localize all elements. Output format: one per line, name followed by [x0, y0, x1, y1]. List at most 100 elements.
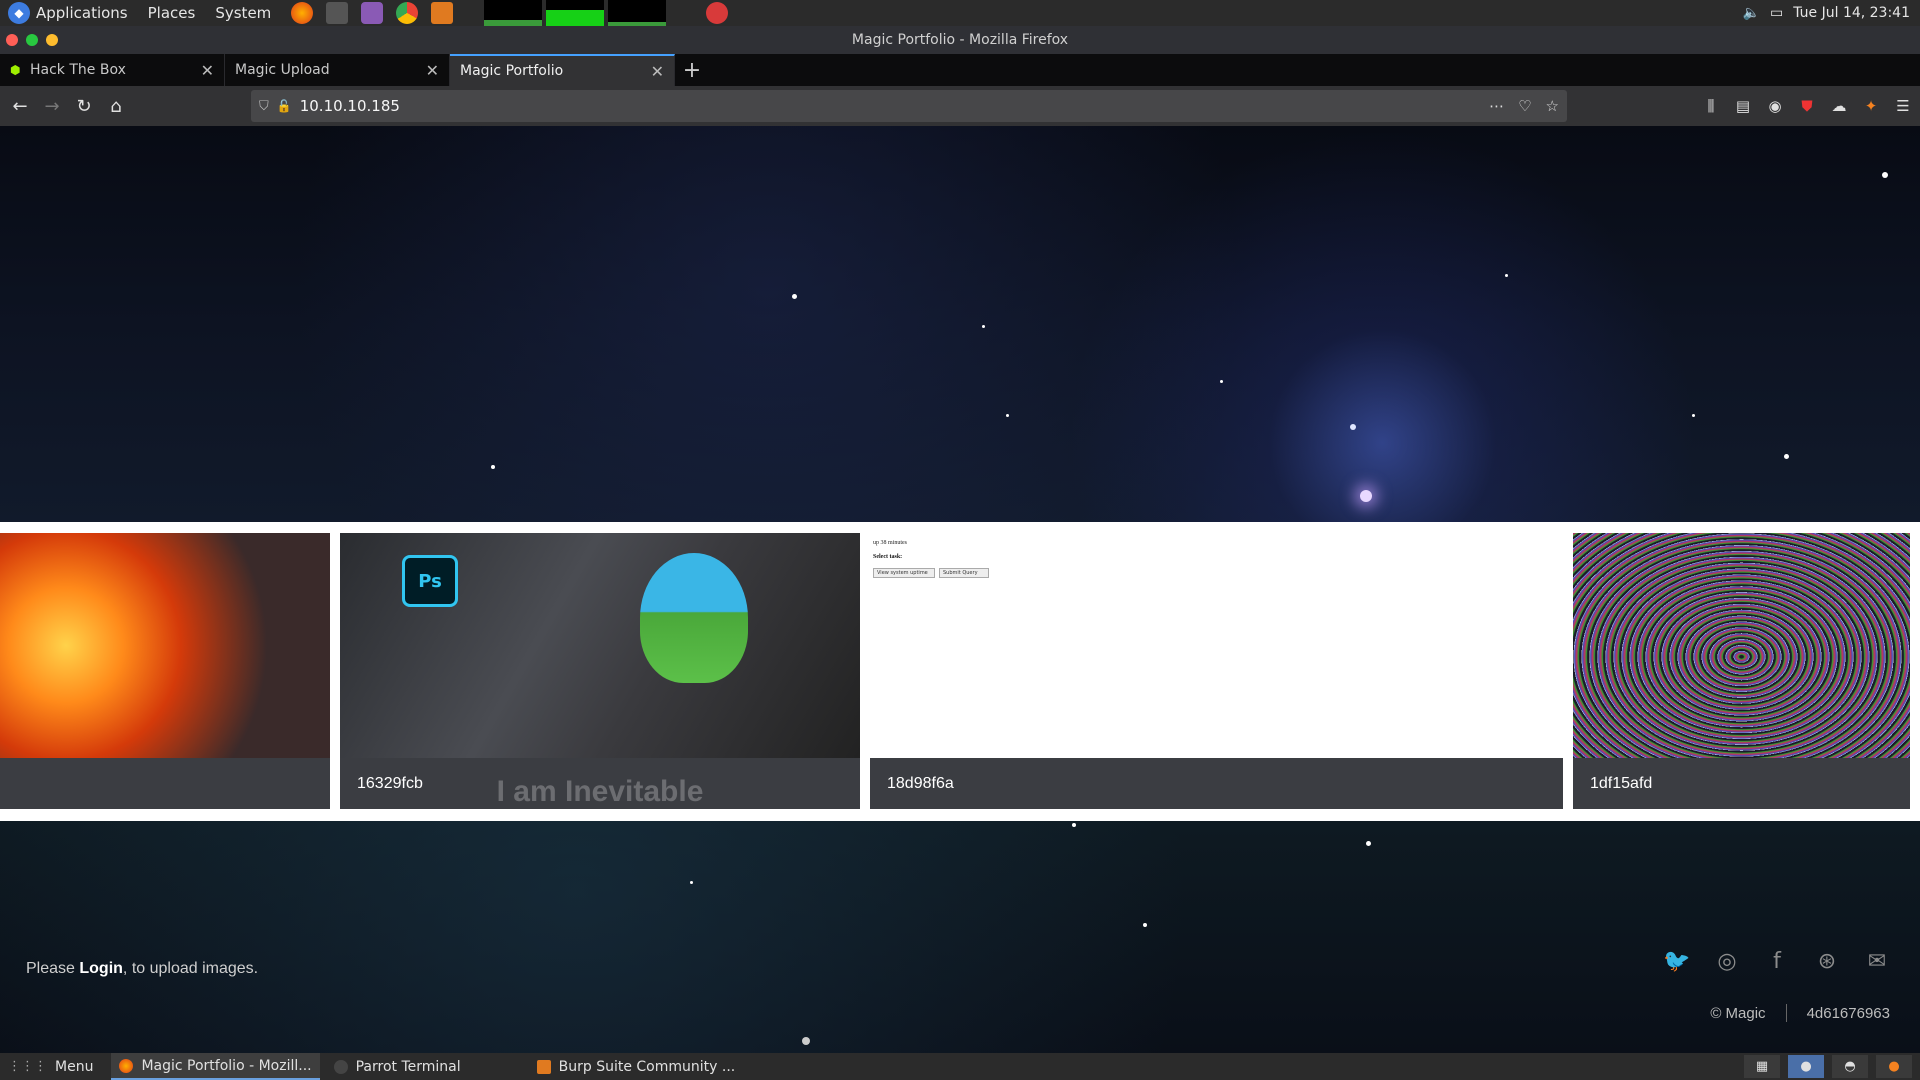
page-actions-icon[interactable]: ⋯ [1489, 97, 1504, 115]
dribbble-icon[interactable]: ⊛ [1814, 948, 1840, 974]
system-panel: ◆ Applications Places System 🔈 ▭ Tue Jul… [0, 0, 1920, 26]
memory-graph [546, 0, 605, 26]
screenshot-select: View system uptime [873, 568, 935, 578]
social-links: 🐦 ◎ f ⊛ ✉ [1663, 948, 1890, 974]
close-window-button[interactable] [6, 34, 18, 46]
parrot-logo-icon[interactable]: ◆ [8, 2, 30, 24]
ublock-icon[interactable]: ⛊ [1796, 95, 1818, 117]
volume-icon[interactable]: 🔈 [1743, 5, 1760, 21]
firefox-tray-icon-2[interactable]: ● [1876, 1055, 1912, 1078]
ghost-app-icon[interactable] [706, 2, 729, 24]
bottom-taskbar: ⋮⋮⋮ Menu Magic Portfolio - Mozill... Par… [0, 1053, 1920, 1080]
firefox-launcher-icon[interactable] [291, 2, 314, 24]
back-button[interactable]: ← [4, 90, 36, 122]
close-tab-icon[interactable]: ✕ [651, 62, 664, 81]
twitter-icon[interactable]: 🐦 [1663, 948, 1690, 974]
network-graph [608, 0, 667, 26]
taskbar-item-firefox[interactable]: Magic Portfolio - Mozill... [111, 1053, 320, 1080]
clock[interactable]: Tue Jul 14, 23:41 [1793, 5, 1910, 21]
tab-hack-the-box[interactable]: ⬢ Hack The Box ✕ [0, 54, 225, 86]
hero-banner [0, 126, 1920, 522]
taskbar-item-burp[interactable]: Burp Suite Community ... [529, 1053, 744, 1080]
tab-magic-portfolio[interactable]: Magic Portfolio ✕ [450, 54, 675, 86]
forward-button[interactable]: → [36, 90, 68, 122]
photoshop-icon: Ps [402, 555, 458, 607]
insecure-lock-icon[interactable]: 🔓 [277, 99, 292, 113]
firefox-tray-icon[interactable]: ● [1788, 1055, 1824, 1078]
foxyproxy-icon[interactable]: ✦ [1860, 95, 1882, 117]
screenshot-task-label: Select task: [873, 554, 903, 560]
burp-icon [536, 1059, 551, 1074]
chrome-launcher-icon[interactable] [396, 2, 419, 24]
library-icon[interactable]: ⫼ [1700, 95, 1722, 117]
instagram-icon[interactable]: ◎ [1714, 948, 1740, 974]
image-gallery: Ps 16329fcb I am Inevitable up 38 minute… [0, 533, 1920, 809]
account-icon[interactable]: ◉ [1764, 95, 1786, 117]
image-overlay-text: I am Inevitable [496, 775, 704, 808]
workspace-icon[interactable]: ▦ [1744, 1055, 1780, 1078]
terminal-launcher-icon[interactable] [326, 2, 349, 24]
sidebar-icon[interactable]: ▤ [1732, 95, 1754, 117]
tab-bar: ⬢ Hack The Box ✕ Magic Upload ✕ Magic Po… [0, 54, 1920, 86]
applications-menu[interactable]: Applications [36, 0, 128, 26]
close-tab-icon[interactable]: ✕ [201, 61, 214, 80]
extension-icon[interactable]: ☁ [1828, 95, 1850, 117]
url-bar[interactable]: ⛉ 🔓 10.10.10.185 ⋯ ♡ ☆ [251, 90, 1567, 122]
pepe-thanos-image: Ps [340, 533, 860, 758]
system-tray: ▦ ● ◓ ● [1744, 1053, 1912, 1080]
gallery-card[interactable]: 1df15afd [1573, 533, 1910, 809]
web-page: Ps 16329fcb I am Inevitable up 38 minute… [0, 126, 1920, 1053]
webpage-screenshot-image: up 38 minutes Select task: View system u… [870, 533, 1563, 758]
display-icon[interactable]: ▭ [1770, 5, 1783, 21]
window-titlebar: Magic Portfolio - Mozilla Firefox [0, 26, 1920, 54]
htb-cube-icon: ⬢ [10, 63, 21, 77]
psychedelic-eye-image [1573, 533, 1910, 758]
email-icon[interactable]: ✉ [1864, 948, 1890, 974]
taskbar-item-label: Burp Suite Community ... [558, 1058, 736, 1075]
gallery-card[interactable]: up 38 minutes Select task: View system u… [870, 533, 1563, 809]
start-menu-button[interactable]: ⋮⋮⋮ Menu [0, 1053, 101, 1080]
ghost-tray-icon[interactable]: ◓ [1832, 1055, 1868, 1078]
pocket-icon[interactable]: ♡ [1518, 97, 1531, 115]
screenshot-uptime-text: up 38 minutes [873, 540, 907, 546]
places-menu[interactable]: Places [148, 0, 196, 26]
burp-launcher-icon[interactable] [431, 2, 454, 24]
divider [1785, 1004, 1787, 1022]
menu-label: Menu [55, 1058, 94, 1075]
bookmark-star-icon[interactable]: ☆ [1546, 97, 1559, 115]
tab-label: Magic Upload [235, 62, 330, 78]
gallery-card[interactable] [0, 533, 330, 809]
pepe-figure [640, 553, 748, 683]
taskbar-item-terminal[interactable]: Parrot Terminal [326, 1053, 469, 1080]
login-link[interactable]: Login [79, 960, 123, 977]
system-menu[interactable]: System [215, 0, 271, 26]
facebook-icon[interactable]: f [1764, 948, 1790, 974]
gallery-card[interactable]: Ps 16329fcb I am Inevitable [340, 533, 860, 809]
reload-button[interactable]: ↻ [68, 90, 100, 122]
new-tab-button[interactable]: + [675, 54, 709, 86]
window-title: Magic Portfolio - Mozilla Firefox [851, 32, 1069, 48]
fire-image [0, 533, 330, 758]
card-caption: 1df15afd [1573, 758, 1910, 809]
card-caption: 18d98f6a [870, 758, 1563, 809]
terminal-icon [333, 1059, 348, 1074]
taskbar-item-label: Magic Portfolio - Mozill... [141, 1057, 312, 1074]
tab-label: Hack The Box [30, 62, 126, 78]
login-prefix-text: Please [26, 960, 80, 977]
firefox-icon [119, 1058, 134, 1073]
hash-text: 4d61676963 [1806, 1004, 1890, 1022]
navigation-toolbar: ← → ↻ ⌂ ⛉ 🔓 10.10.10.185 ⋯ ♡ ☆ ⫼ ▤ ◉ ⛊ ☁… [0, 86, 1920, 126]
tab-magic-upload[interactable]: Magic Upload ✕ [225, 54, 450, 86]
tracking-shield-icon[interactable]: ⛉ [259, 99, 269, 114]
screenshot-button: Submit Query [939, 568, 989, 578]
maximize-window-button[interactable] [26, 34, 38, 46]
cpu-graph [484, 0, 543, 26]
login-prompt: Please Login, to upload images. [26, 960, 258, 978]
hamburger-menu-icon[interactable]: ☰ [1892, 95, 1914, 117]
notes-launcher-icon[interactable] [361, 2, 384, 24]
url-text[interactable]: 10.10.10.185 [300, 97, 400, 115]
minimize-window-button[interactable] [46, 34, 58, 46]
copyright-text: © Magic [1710, 1004, 1766, 1022]
close-tab-icon[interactable]: ✕ [426, 61, 439, 80]
home-button[interactable]: ⌂ [100, 90, 132, 122]
